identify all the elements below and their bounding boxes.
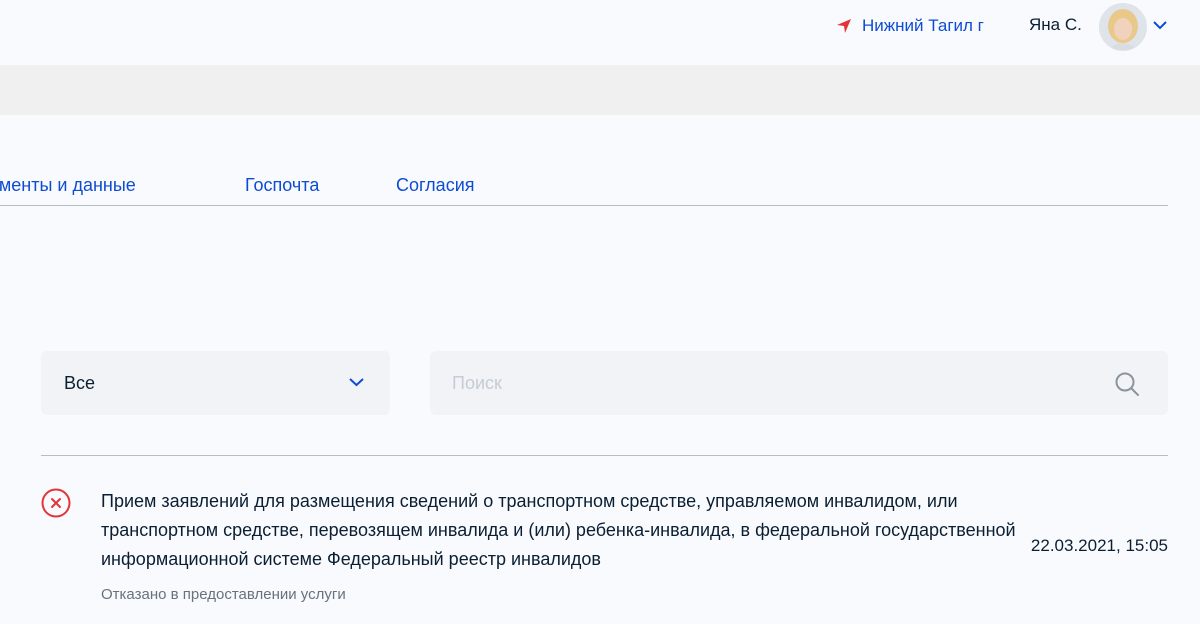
search-box <box>430 351 1168 415</box>
location-selector[interactable]: Нижний Тагил г <box>836 14 984 38</box>
location-label: Нижний Тагил г <box>862 16 984 35</box>
header-band <box>0 65 1200 115</box>
tab-gospochta[interactable]: Госпочта <box>245 175 319 196</box>
user-photo <box>1100 4 1146 50</box>
list-item[interactable]: Прием заявлений для размещения сведений … <box>41 480 1168 610</box>
filter-select[interactable]: Все <box>41 351 390 415</box>
tab-documents[interactable]: окументы и данные <box>0 175 136 196</box>
tab-consents[interactable]: Согласия <box>396 175 475 196</box>
chevron-down-icon <box>349 378 364 387</box>
filter-select-value: Все <box>64 373 96 393</box>
item-title: Прием заявлений для размещения сведений … <box>101 491 1016 569</box>
chevron-down-icon[interactable] <box>1153 20 1167 30</box>
top-bar: Нижний Тагил г Яна С. <box>0 0 1200 65</box>
avatar[interactable] <box>1099 3 1147 51</box>
item-date: 22.03.2021, 15:05 <box>1030 536 1168 555</box>
search-icon[interactable] <box>1114 371 1140 397</box>
error-circle-icon <box>41 488 71 518</box>
list-divider <box>41 455 1168 456</box>
status-text: Отказано в предоставлении услуги <box>101 586 346 603</box>
user-name[interactable]: Яна С. <box>1029 15 1082 35</box>
location-arrow-icon <box>837 19 851 33</box>
search-input[interactable] <box>430 351 1112 415</box>
tab-bar: окументы и данные Госпочта Согласия <box>0 163 1168 206</box>
